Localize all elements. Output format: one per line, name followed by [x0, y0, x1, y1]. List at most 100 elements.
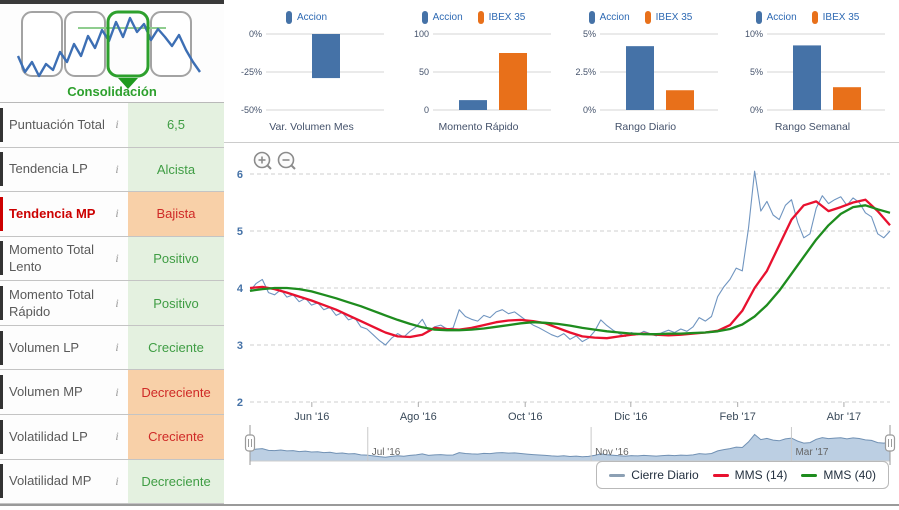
legend-item-label: MMS (40) — [823, 468, 876, 482]
info-icon[interactable]: i — [106, 251, 128, 266]
info-icon[interactable]: i — [106, 117, 128, 132]
table-row: Volumen LP i Creciente — [0, 325, 224, 371]
bar-accion — [311, 34, 340, 79]
y-tick-label: 10% — [744, 29, 762, 39]
y-axis-label: 3 — [237, 340, 243, 352]
table-row: Tendencia LP i Alcista — [0, 147, 224, 193]
table-row: Volatilidad LP i Creciente — [0, 414, 224, 460]
row-accent-bar — [0, 375, 3, 410]
pattern-selector: Consolidación — [0, 4, 224, 102]
row-accent-bar — [0, 107, 3, 142]
legend-item[interactable]: Cierre Diario — [609, 468, 699, 482]
info-icon[interactable]: i — [106, 429, 128, 444]
left-panel: Consolidación Puntuación Total i 6,5 Tenden… — [0, 0, 224, 505]
info-icon[interactable]: i — [106, 296, 128, 311]
indicators-table: Puntuación Total i 6,5 Tendencia LP i Alcista… — [0, 102, 224, 505]
indicator-label: Momento Total Rápido — [9, 286, 95, 319]
mini-chart-title: Rango Semanal — [774, 121, 851, 133]
row-accent-bar — [0, 286, 3, 321]
indicator-value: Bajista — [128, 192, 224, 236]
y-tick-label: 0 — [423, 105, 428, 115]
table-row: Momento Total Lento i Positivo — [0, 236, 224, 282]
info-icon[interactable]: i — [106, 206, 128, 221]
mini-chart-legend: Accion IBEX 35 — [729, 8, 896, 26]
info-icon[interactable]: i — [106, 474, 128, 489]
table-row: Momento Total Rápido i Positivo — [0, 281, 224, 326]
indicator-value: Creciente — [128, 414, 224, 459]
legend-swatch — [712, 473, 729, 477]
y-tick-label: 5% — [582, 29, 595, 39]
y-tick-label: -50% — [240, 105, 261, 115]
y-tick-label: 100 — [413, 29, 428, 39]
indicator-label: Volatilidad LP — [9, 428, 88, 444]
indicator-label: Volatilidad MP — [9, 473, 92, 489]
row-accent-bar — [0, 196, 3, 231]
accion-legend-icon — [755, 10, 762, 24]
legend-label[interactable]: Accion — [433, 12, 463, 23]
legend-item[interactable]: MMS (14) — [712, 468, 787, 482]
navigator-label: Jul '16 — [372, 447, 401, 458]
info-icon[interactable]: i — [106, 340, 128, 355]
accion-legend-icon — [421, 10, 428, 24]
indicator-label: Volumen LP — [9, 339, 80, 355]
navigator-area[interactable] — [250, 434, 890, 461]
table-row: Volatilidad MP i Decreciente — [0, 459, 224, 505]
y-tick-label: 0% — [582, 105, 595, 115]
y-tick-label: -25% — [240, 67, 261, 77]
indicator-value: 6,5 — [128, 103, 224, 147]
legend-swatch — [801, 473, 818, 477]
mini-chart-plot: 5% 2.5% 0% — [575, 29, 718, 115]
table-row: Tendencia MP i Bajista — [0, 192, 224, 237]
indicator-label: Tendencia LP — [9, 161, 88, 177]
mini-chart-plot: 10% 5% 0% — [744, 29, 885, 115]
mini-chart-legend: Accion — [228, 8, 395, 26]
y-axis-label: 4 — [237, 283, 244, 295]
info-icon[interactable]: i — [106, 385, 128, 400]
y-tick-label: 0% — [248, 29, 261, 39]
indicator-value: Positivo — [128, 236, 224, 281]
indicator-value: Positivo — [128, 281, 224, 325]
mini-chart-title: Rango Diario — [614, 121, 677, 133]
main-chart-svg: 2 3 4 5 6 Jun '16 Ago '16 Oct '16 Dic '16 Feb '17… — [237, 151, 896, 465]
x-axis-label: Jun '16 — [294, 411, 329, 423]
mini-chart-card: Accion IBEX 35 10% 5% 0% Rango Semanal — [729, 0, 896, 142]
bar-ibex — [832, 87, 861, 110]
legend-item[interactable]: MMS (40) — [801, 468, 876, 482]
legend-label[interactable]: IBEX 35 — [489, 12, 526, 23]
indicator-value: Decreciente — [128, 370, 224, 414]
legend-label[interactable]: Accion — [297, 12, 327, 23]
table-row: Volumen MP i Decreciente — [0, 370, 224, 415]
indicator-value: Decreciente — [128, 459, 224, 504]
mini-chart-card: Accion IBEX 35 5% 2.5% 0% Rango Diario — [562, 0, 729, 142]
accion-legend-icon — [285, 10, 292, 24]
legend-label[interactable]: IBEX 35 — [823, 12, 860, 23]
zoom-out-icon[interactable] — [277, 151, 296, 170]
bar-ibex — [498, 53, 527, 110]
bar-ibex — [665, 90, 694, 110]
legend-label[interactable]: Accion — [767, 12, 797, 23]
info-icon[interactable]: i — [106, 162, 128, 177]
mini-chart-title: Var. Volumen Mes — [269, 121, 354, 133]
mini-chart-plot: 100 50 0 — [413, 29, 551, 115]
bar-accion — [458, 100, 487, 110]
bar-accion — [792, 45, 821, 110]
y-tick-label: 5% — [749, 67, 762, 77]
navigator-label: Nov '16 — [595, 447, 629, 458]
legend-label[interactable]: Accion — [600, 12, 630, 23]
pattern-selected-label: Consolidación — [67, 84, 157, 99]
zoom-in-icon[interactable] — [253, 151, 272, 170]
indicator-label: Momento Total Lento — [9, 242, 95, 274]
y-tick-label: 0% — [749, 105, 762, 115]
row-accent-bar — [0, 464, 3, 499]
row-accent-bar — [0, 241, 3, 276]
navigator-label: Mar '17 — [795, 447, 828, 458]
row-accent-bar — [0, 419, 3, 454]
charts-panel: Accion 0% -25% -50% Var. Volumen Mes Accion IB… — [224, 0, 899, 505]
mini-chart-plot: 0% -25% -50% — [240, 29, 384, 115]
indicator-value: Alcista — [128, 147, 224, 192]
x-axis-label: Feb '17 — [720, 411, 756, 423]
main-chart: 2 3 4 5 6 Jun '16 Ago '16 Oct '16 Dic '16 Feb '17… — [224, 142, 899, 506]
y-axis-label: 2 — [237, 397, 243, 409]
legend-label[interactable]: IBEX 35 — [656, 12, 693, 23]
row-accent-bar — [0, 152, 3, 187]
